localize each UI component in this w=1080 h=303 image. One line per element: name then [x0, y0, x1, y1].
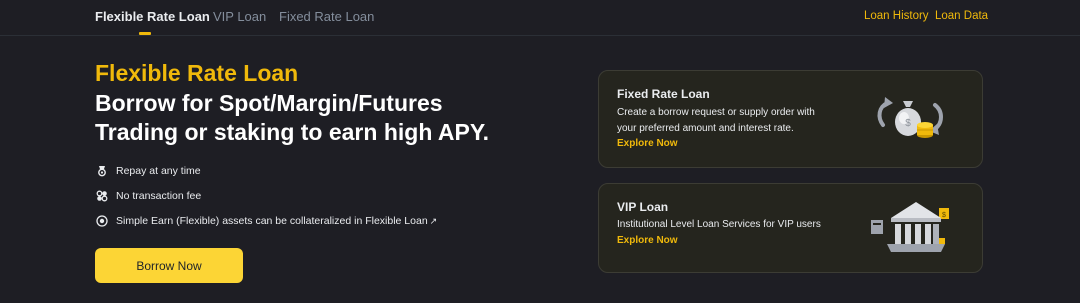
hero-subtitle-line1: Borrow for Spot/Margin/Futures	[95, 90, 443, 116]
bank-building-icon: $	[869, 198, 955, 261]
feature-item: Repay at any time	[96, 163, 201, 179]
target-icon	[96, 215, 108, 227]
feature-item: No transaction fee	[96, 188, 201, 204]
active-tab-indicator	[139, 32, 151, 35]
tab-flexible-rate-loan[interactable]: Flexible Rate Loan	[95, 9, 210, 24]
hero-title: Flexible Rate Loan	[95, 60, 299, 86]
card-description-line2: your preferred amount and interest rate.	[617, 123, 794, 134]
loan-data-link[interactable]: Loan Data	[935, 10, 988, 22]
feature-text: Repay at any time	[116, 165, 201, 177]
svg-text:$: $	[905, 118, 911, 129]
vip-loan-card[interactable]: VIP Loan Institutional Level Loan Servic…	[598, 183, 983, 273]
top-nav: Flexible Rate Loan VIP Loan Fixed Rate L…	[0, 0, 1080, 36]
svg-text:$: $	[942, 212, 946, 219]
explore-now-link[interactable]: Explore Now	[617, 235, 678, 246]
fixed-rate-loan-card[interactable]: Fixed Rate Loan Create a borrow request …	[598, 70, 983, 168]
card-title: VIP Loan	[617, 200, 669, 214]
feature-item: Simple Earn (Flexible) assets can be col…	[96, 213, 437, 229]
tab-fixed-rate-loan[interactable]: Fixed Rate Loan	[279, 9, 374, 24]
hero-subtitle-line2: Trading or staking to earn high APY.	[95, 119, 490, 145]
feature-text: No transaction fee	[116, 190, 202, 202]
feature-text: Simple Earn (Flexible) assets can be col…	[116, 215, 428, 227]
explore-now-link[interactable]: Explore Now	[617, 138, 678, 149]
card-description-line1: Create a borrow request or supply order …	[617, 107, 815, 118]
no-fee-icon	[96, 190, 108, 202]
loan-history-link[interactable]: Loan History	[864, 10, 929, 22]
card-title: Fixed Rate Loan	[617, 87, 710, 101]
medal-icon	[96, 165, 108, 177]
tab-vip-loan[interactable]: VIP Loan	[213, 9, 266, 24]
borrow-now-button[interactable]: Borrow Now	[95, 248, 243, 283]
money-bag-coins-icon: $	[873, 91, 949, 146]
card-description-line1: Institutional Level Loan Services for VI…	[617, 219, 821, 230]
external-link-icon[interactable]: ↗	[430, 216, 438, 227]
